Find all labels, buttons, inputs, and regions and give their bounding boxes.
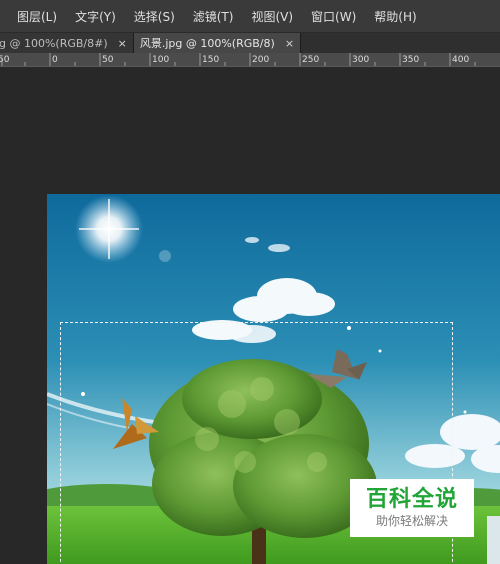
ruler-label: 300 bbox=[352, 55, 369, 65]
ruler-label: 100 bbox=[152, 55, 169, 65]
ruler-label: 50 bbox=[0, 55, 10, 65]
menu-help[interactable]: 帮助(H) bbox=[365, 0, 425, 33]
ruler-label: 50 bbox=[102, 55, 114, 65]
watermark-badge: 百科全说 助你轻松解决 bbox=[350, 479, 474, 537]
watermark-title: 百科全说 bbox=[365, 487, 458, 512]
ruler-label: 250 bbox=[302, 55, 319, 65]
menu-filter[interactable]: 滤镜(T) bbox=[184, 0, 243, 33]
menu-select[interactable]: 选择(S) bbox=[125, 0, 184, 33]
ruler-ticks: 50 0 50 100 150 200 250 300 350 400 bbox=[0, 53, 476, 66]
close-icon[interactable]: × bbox=[285, 37, 294, 50]
tab-label: pg @ 100%(RGB/8#) bbox=[0, 36, 108, 50]
tab-label: 风景.jpg @ 100%(RGB/8) bbox=[139, 37, 275, 50]
ruler-label: 350 bbox=[402, 55, 419, 65]
ruler-label: 400 bbox=[452, 55, 469, 65]
horizontal-ruler[interactable]: 50 0 50 100 150 200 250 300 350 400 bbox=[0, 53, 500, 67]
close-icon[interactable]: × bbox=[118, 37, 127, 50]
tab-document-1[interactable]: pg @ 100%(RGB/8#) × bbox=[0, 33, 134, 53]
ruler-label: 0 bbox=[52, 55, 58, 65]
menu-bar: 图层(L) 文字(Y) 选择(S) 滤镜(T) 视图(V) 窗口(W) 帮助(H… bbox=[0, 0, 500, 33]
menu-window[interactable]: 窗口(W) bbox=[302, 0, 365, 33]
document-tab-bar: pg @ 100%(RGB/8#) × 风景.jpg @ 100%(RGB/8)… bbox=[0, 33, 500, 53]
ruler-label: 150 bbox=[202, 55, 219, 65]
menu-type[interactable]: 文字(Y) bbox=[66, 0, 125, 33]
watermark-subtitle: 助你轻松解决 bbox=[375, 514, 448, 528]
menu-view[interactable]: 视图(V) bbox=[242, 0, 302, 33]
tab-document-fengjing[interactable]: 风景.jpg @ 100%(RGB/8) × bbox=[133, 33, 302, 53]
ruler-label: 200 bbox=[252, 55, 269, 65]
menu-layer[interactable]: 图层(L) bbox=[0, 0, 66, 33]
